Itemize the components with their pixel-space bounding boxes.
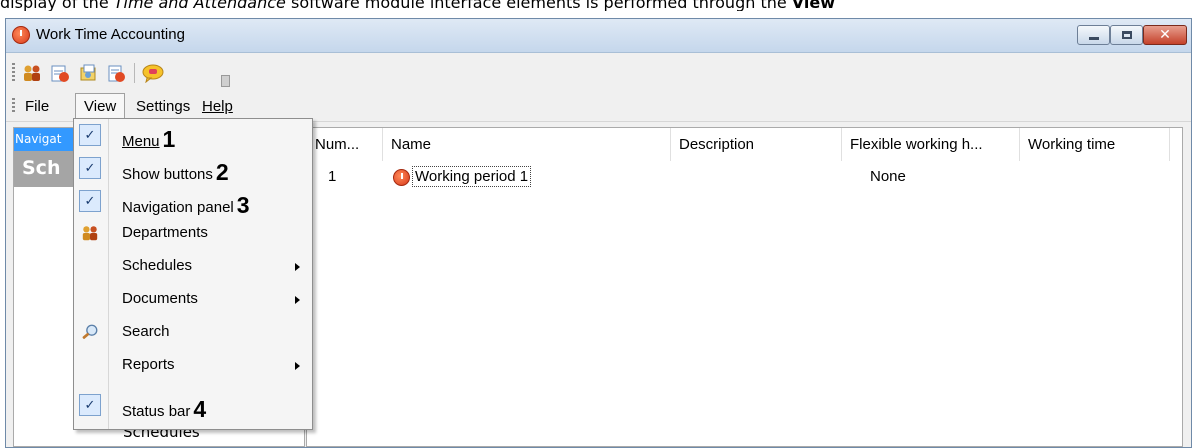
- caption-bold: View: [791, 0, 836, 11]
- minimize-icon: [1088, 37, 1099, 40]
- check-icon: ✓: [79, 124, 101, 146]
- view-menu-item-navigation-panel[interactable]: ✓ Navigation panel 3: [74, 185, 312, 218]
- menu-item-label: Documents: [122, 290, 198, 307]
- toolbar-overflow-icon[interactable]: [221, 75, 230, 87]
- callout-number: 3: [236, 192, 250, 218]
- menu-item-label: Show buttons: [122, 166, 213, 183]
- caption-text: display of the Time and Attendance softw…: [0, 0, 1197, 11]
- callout-number: 1: [162, 126, 176, 152]
- menu-view[interactable]: View: [84, 98, 116, 115]
- column-header-flexible[interactable]: Flexible working h...: [842, 128, 1020, 161]
- submenu-arrow-icon: [295, 362, 300, 370]
- view-menu-item-search[interactable]: Search: [74, 317, 312, 350]
- column-header-working-time[interactable]: Working time: [1020, 128, 1170, 161]
- row-1-name[interactable]: Working period 1: [412, 166, 532, 187]
- documents-icon[interactable]: [78, 63, 98, 83]
- check-icon: ✓: [79, 394, 101, 416]
- submenu-arrow-icon: [295, 263, 300, 271]
- menu-file[interactable]: File: [25, 98, 49, 115]
- submenu-arrow-icon: [295, 296, 300, 304]
- close-icon: ✕: [1159, 27, 1171, 43]
- row-1-num[interactable]: 1: [328, 168, 336, 185]
- menu-item-label: Departments: [122, 224, 208, 241]
- column-header-name[interactable]: Name: [383, 128, 671, 161]
- menu-item-label: Schedules: [122, 257, 193, 274]
- callout-number: 4: [193, 396, 207, 422]
- caption-mid: software module interface elements is pe…: [285, 0, 792, 11]
- view-menu-item-show-buttons[interactable]: ✓ Show buttons 2: [74, 152, 312, 185]
- search-icon: [81, 323, 99, 341]
- callout-number: 2: [215, 159, 229, 185]
- menu-help[interactable]: Help: [202, 98, 233, 115]
- menu-item-label: Search: [122, 323, 170, 340]
- schedules-table: Num... Name Description Flexible working…: [306, 127, 1183, 447]
- view-menu-item-status-bar[interactable]: ✓ Status bar 4: [74, 389, 312, 422]
- view-menu-item-departments[interactable]: Departments: [74, 218, 312, 251]
- toolbar-separator: [134, 63, 135, 83]
- help-icon[interactable]: [142, 63, 164, 84]
- maximize-button[interactable]: [1110, 25, 1143, 45]
- view-dropdown-menu: ✓ Menu 1 ✓ Show buttons 2 ✓ Navigation pan…: [73, 118, 313, 430]
- check-icon: ✓: [79, 157, 101, 179]
- caption-pre: display of the: [0, 0, 114, 11]
- column-header-description[interactable]: Description: [671, 128, 842, 161]
- toolbar: [6, 53, 1191, 93]
- menu-item-label: Menu: [122, 133, 160, 150]
- view-menu-item-documents[interactable]: Documents: [74, 284, 312, 317]
- toolbar-grip[interactable]: [12, 63, 15, 83]
- menu-settings[interactable]: Settings: [136, 98, 190, 115]
- reports-icon[interactable]: [106, 63, 126, 83]
- schedules-icon[interactable]: [50, 63, 70, 83]
- clock-icon: [12, 26, 30, 44]
- caption-italic: Time and Attendance: [113, 0, 286, 11]
- departments-icon: [81, 224, 99, 242]
- menu-item-label: Reports: [122, 356, 175, 373]
- clock-icon: [393, 169, 410, 186]
- row-1-flexible[interactable]: None: [870, 168, 906, 185]
- close-button[interactable]: ✕: [1143, 25, 1187, 45]
- maximize-icon: [1121, 31, 1132, 39]
- view-menu-item-menu[interactable]: ✓ Menu 1: [74, 119, 312, 152]
- departments-icon[interactable]: [22, 63, 42, 83]
- window-title: Work Time Accounting: [36, 26, 185, 43]
- menubar-grip[interactable]: [12, 98, 15, 114]
- menu-item-label: Navigation panel: [122, 199, 234, 216]
- view-menu-item-reports[interactable]: Reports: [74, 350, 312, 383]
- menu-item-label: Status bar: [122, 403, 191, 420]
- check-icon: ✓: [79, 190, 101, 212]
- title-bar[interactable]: Work Time Accounting ✕: [6, 19, 1191, 53]
- minimize-button[interactable]: [1077, 25, 1110, 45]
- column-header-num[interactable]: Num...: [307, 128, 383, 161]
- view-menu-item-schedules[interactable]: Schedules: [74, 251, 312, 284]
